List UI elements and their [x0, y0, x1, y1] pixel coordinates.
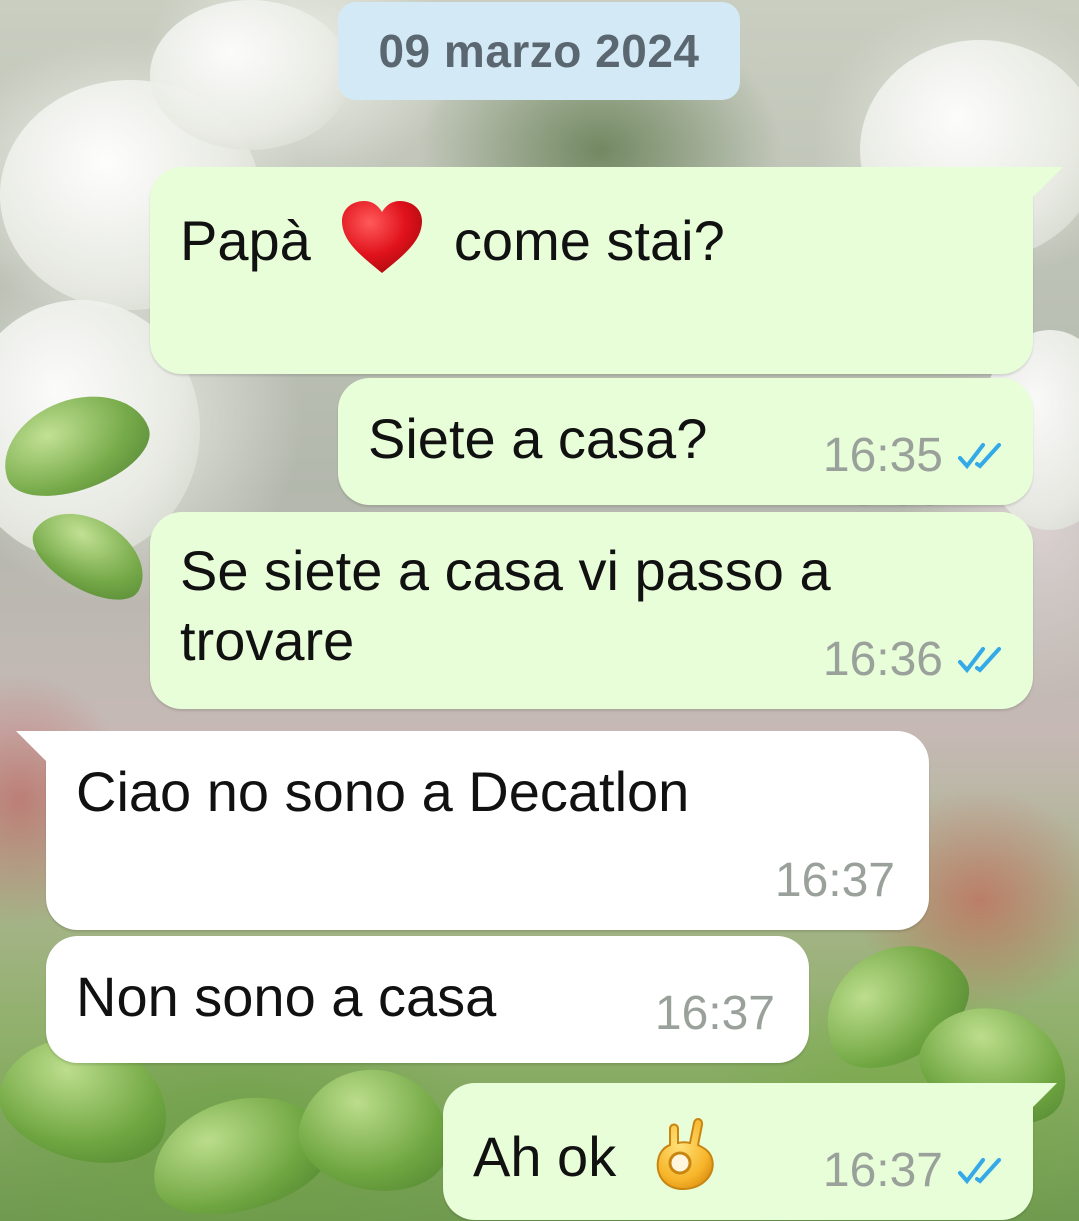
message-text: Ciao no sono a Decatlon	[76, 760, 690, 823]
red-heart-icon	[340, 199, 424, 291]
message-text-part: Papà	[180, 208, 311, 272]
message-bubble-incoming[interactable]: Non sono a casa 16:37	[46, 936, 809, 1063]
message-text: Siete a casa?	[368, 407, 708, 470]
bubble-tail	[1033, 1083, 1057, 1107]
message-time: 16:37	[654, 987, 775, 1040]
message-meta: 16:35	[823, 428, 1005, 484]
double-check-read-icon	[958, 647, 1001, 674]
ok-hand-icon	[650, 1115, 720, 1207]
bubble-tail	[1033, 167, 1063, 197]
message-bubble-outgoing[interactable]: Siete a casa? 16:35	[338, 378, 1033, 505]
bubble-tail	[16, 731, 46, 761]
leaf	[290, 1057, 460, 1203]
double-check-read-icon	[958, 443, 1001, 470]
double-check-read-icon	[958, 1158, 1001, 1185]
message-time: 16:37	[822, 1144, 943, 1197]
message-text-part: come stai?	[453, 208, 725, 272]
message-meta: 16:37	[655, 986, 775, 1042]
message-time: 16:36	[822, 633, 943, 686]
message-text-part: Ah ok	[473, 1124, 617, 1188]
date-separator-chip: 09 marzo 2024	[338, 2, 740, 100]
flower-petal	[150, 0, 350, 150]
message-bubble-outgoing[interactable]: Papà come stai? 16:35	[150, 167, 1033, 516]
message-meta: 16:36	[823, 632, 1005, 688]
message-text: Papà come stai?	[180, 199, 725, 291]
message-meta: 16:37	[775, 853, 895, 909]
message-time: 16:37	[774, 854, 895, 907]
message-text: Se siete a casa vi passo a trovare	[180, 539, 831, 672]
message-text: Ah ok	[473, 1115, 720, 1207]
message-text: Non sono a casa	[76, 965, 497, 1028]
message-time: 16:35	[822, 429, 943, 482]
message-meta: 16:37	[823, 1143, 1005, 1199]
message-bubble-outgoing[interactable]: Ah ok 16:37	[443, 1083, 1033, 1220]
message-bubble-incoming[interactable]: Ciao no sono a Decatlon 16:37	[46, 731, 929, 930]
message-bubble-outgoing[interactable]: Se siete a casa vi passo a trovare 16:36	[150, 512, 1033, 709]
